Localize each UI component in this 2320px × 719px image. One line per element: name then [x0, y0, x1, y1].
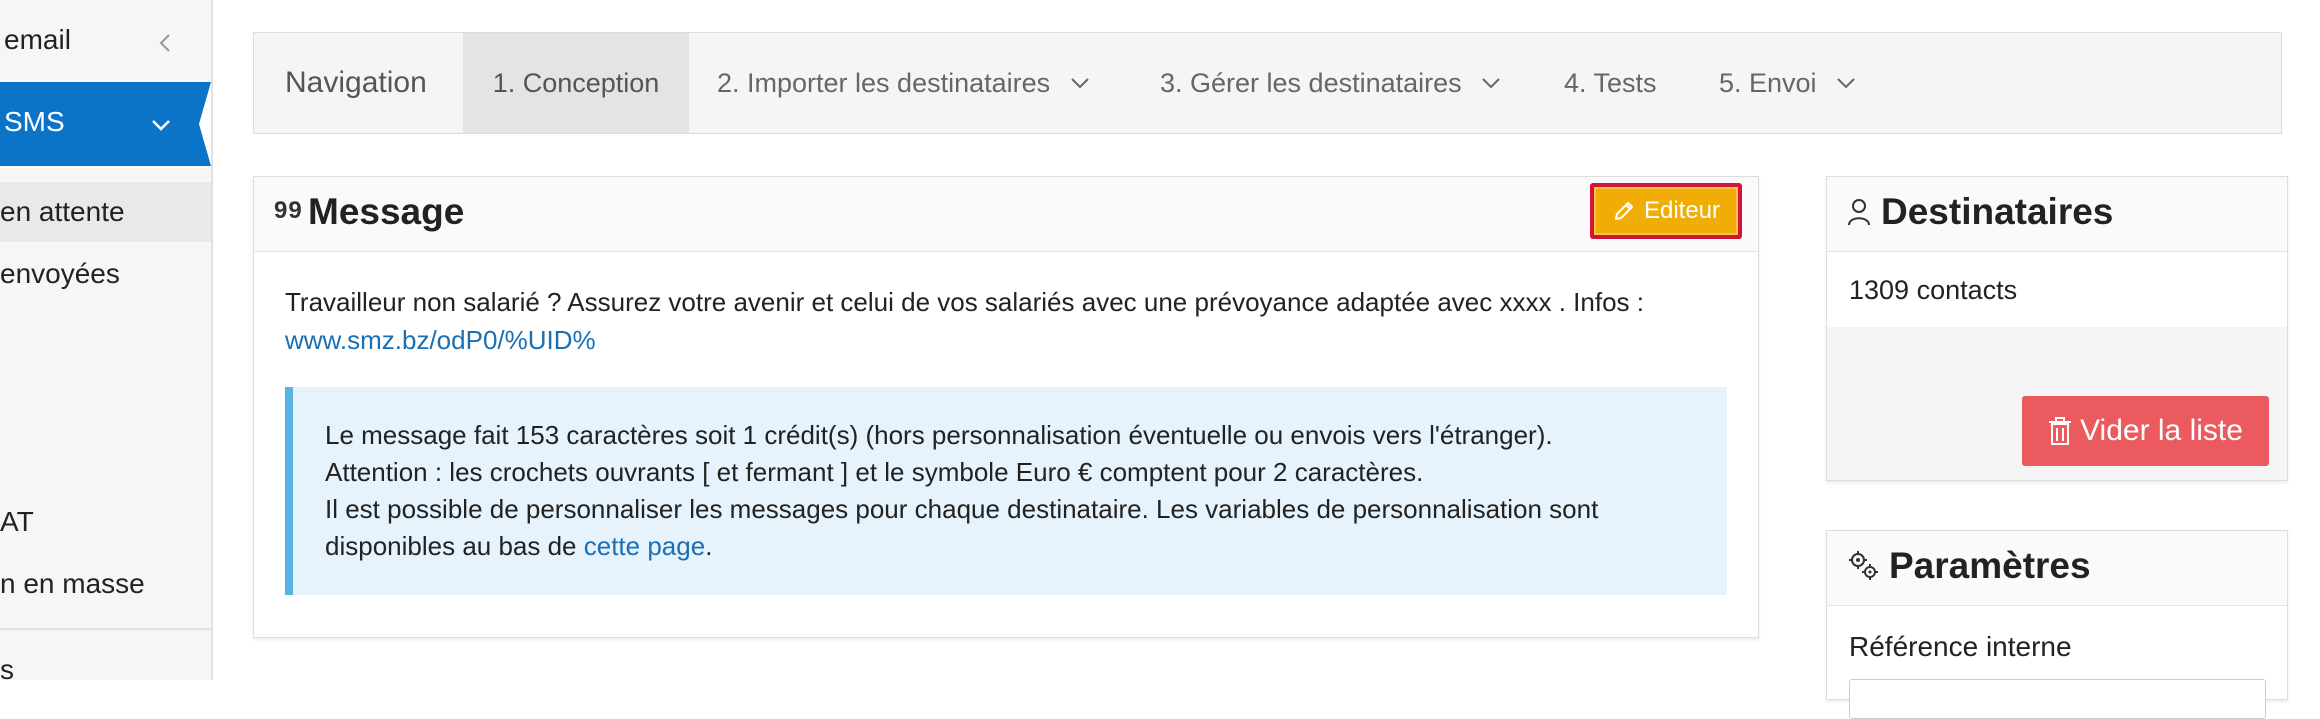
info-line-variables-suffix: . [705, 531, 713, 561]
sidebar-section-sms[interactable]: SMS [0, 82, 211, 166]
message-body: Travailleur non salarié ? Assurez votre … [285, 283, 1735, 359]
sidebar-item-label: envoyées [0, 258, 120, 289]
parameters-panel-header: Paramètres [1827, 531, 2287, 606]
chevron-down-icon [1070, 78, 1089, 89]
step-importer-destinataires[interactable]: 2. Importer les destinataires [717, 33, 1090, 133]
info-line-variables-prefix: disponibles au bas de [325, 531, 584, 561]
sidebar-header-label: email [4, 24, 71, 55]
editor-button-label: Editeur [1643, 197, 1721, 224]
clear-list-button[interactable]: Vider la liste [2022, 396, 2269, 466]
chevron-down-icon [1482, 78, 1500, 89]
recipients-panel-title: Destinataires [1881, 191, 2114, 232]
chevron-left-icon[interactable] [153, 30, 179, 56]
sidebar-item-at[interactable]: AT [0, 492, 211, 552]
sidebar-section-label: SMS [4, 106, 65, 137]
recipients-panel-header: Destinataires [1827, 177, 2287, 252]
sidebar-item-s[interactable]: s [0, 640, 211, 680]
sidebar-item-en-attente[interactable]: en attente [0, 182, 211, 242]
step-label: 5. Envoi [1719, 68, 1817, 98]
internal-reference-input[interactable] [1849, 679, 2266, 719]
sidebar-item-label: s [0, 654, 14, 680]
step-label: 1. Conception [492, 68, 660, 98]
step-label: 3. Gérer les destinataires [1160, 68, 1462, 98]
chevron-down-icon [152, 120, 170, 131]
parameters-panel-title: Paramètres [1889, 545, 2091, 586]
quote-icon: 99 [274, 197, 303, 224]
message-body-text: Travailleur non salarié ? Assurez votre … [285, 287, 1644, 317]
step-conception[interactable]: 1. Conception [463, 33, 689, 133]
clear-list-button-label: Vider la liste [2080, 414, 2243, 447]
active-indicator-notch [199, 82, 211, 166]
step-label: 4. Tests [1564, 68, 1657, 98]
editor-button[interactable]: Editeur [1590, 183, 1742, 239]
info-line-character-count: Le message fait 153 caractères soit 1 cr… [325, 420, 1553, 450]
message-info-box: Le message fait 153 caractères soit 1 cr… [285, 387, 1727, 595]
sidebar: email SMS en attente envoyées AT n en ma… [0, 0, 213, 680]
sidebar-divider [0, 628, 211, 630]
step-navigation-bar: Navigation 1. Conception 2. Importer les… [253, 32, 2282, 134]
recipients-panel: Destinataires 1309 contacts Vider la lis… [1826, 176, 2288, 481]
sidebar-item-label: AT [0, 506, 34, 537]
parameters-panel: Paramètres Référence interne [1826, 530, 2288, 719]
sidebar-header-email[interactable]: email [0, 0, 211, 82]
step-gerer-destinataires[interactable]: 3. Gérer les destinataires [1160, 33, 1501, 133]
sidebar-item-label: n en masse [0, 568, 145, 599]
message-tracking-link[interactable]: www.smz.bz/odP0/%UID% [285, 325, 596, 355]
step-tests[interactable]: 4. Tests [1564, 33, 1657, 133]
chevron-down-icon [1837, 78, 1855, 89]
cette-page-link[interactable]: cette page [584, 531, 705, 561]
gears-icon [1849, 551, 1878, 580]
navigation-title: Navigation [285, 66, 427, 99]
sidebar-item-envoyees[interactable]: envoyées [0, 244, 211, 304]
pencil-icon [1614, 202, 1633, 220]
info-line-variables: disponibles au bas de cette page. [325, 528, 1697, 565]
user-icon [1848, 199, 1870, 226]
internal-reference-label: Référence interne [1849, 631, 2072, 662]
trash-icon [2049, 417, 2072, 445]
contact-count: 1309 contacts [1849, 275, 2018, 305]
sidebar-item-en-masse[interactable]: n en masse [0, 554, 211, 614]
step-label: 2. Importer les destinataires [717, 68, 1051, 98]
message-panel-header: 99 Message Editeur [254, 177, 1758, 252]
step-envoi[interactable]: 5. Envoi [1719, 33, 1856, 133]
message-panel: 99 Message Editeur Travailleur non salar… [253, 176, 1759, 638]
sidebar-item-label: en attente [0, 196, 125, 227]
info-line-personalisation: Il est possible de personnaliser les mes… [325, 494, 1599, 524]
info-line-warning: Attention : les crochets ouvrants [ et f… [325, 457, 1424, 487]
message-panel-title: Message [308, 191, 465, 232]
